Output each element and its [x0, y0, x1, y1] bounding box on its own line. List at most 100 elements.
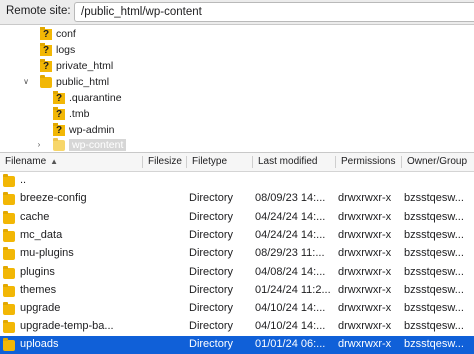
column-filename-label: Filename	[5, 156, 47, 167]
filename-cell: plugins	[20, 265, 55, 278]
modified-cell: 04/24/24 14:...	[255, 210, 326, 223]
permissions-cell: drwxrwxr-x	[338, 247, 392, 260]
column-divider[interactable]	[401, 156, 402, 168]
unknown-folder-icon: ?	[53, 122, 65, 136]
column-divider[interactable]	[252, 156, 253, 168]
filetype-cell: Directory	[189, 283, 234, 296]
filename-cell: ..	[20, 174, 27, 186]
filename-cell: mc_data	[20, 228, 63, 241]
column-divider[interactable]	[186, 156, 187, 168]
modified-cell: 04/10/24 14:...	[255, 302, 326, 315]
file-list: Filename ▲ Filesize Filetype Last modifie…	[0, 152, 474, 354]
permissions-cell: drwxrwxr-x	[338, 192, 392, 205]
column-permissions[interactable]: Permissions	[341, 156, 395, 167]
column-filetype[interactable]: Filetype	[192, 156, 227, 167]
folder-icon	[3, 302, 15, 316]
folder-icon	[3, 247, 15, 261]
folder-icon	[3, 265, 15, 279]
tree-item-conf[interactable]: ? conf	[40, 26, 76, 42]
column-filesize[interactable]: Filesize	[148, 156, 182, 167]
remote-path-input[interactable]	[74, 2, 474, 22]
table-row[interactable]: themes Directory 01/24/24 11:2... drwxrw…	[0, 282, 474, 300]
chevron-right-icon[interactable]: ›	[34, 140, 44, 150]
modified-cell: 08/29/23 11:...	[255, 247, 325, 260]
tree-item-label: logs	[56, 44, 76, 56]
chevron-down-icon[interactable]: ∨	[21, 77, 31, 87]
column-divider[interactable]	[335, 156, 336, 168]
tree-item-private-html[interactable]: ? private_html	[40, 58, 113, 74]
directory-tree: ? conf ? logs ? private_html ∨ public_ht…	[0, 25, 474, 152]
table-row[interactable]: ..	[0, 172, 474, 190]
table-row[interactable]: upgrade Directory 04/10/24 14:... drwxrw…	[0, 300, 474, 318]
unknown-folder-icon: ?	[40, 26, 52, 40]
tree-item-label: private_html	[56, 60, 114, 72]
table-row[interactable]: upgrade-temp-ba... Directory 04/10/24 14…	[0, 318, 474, 336]
filetype-cell: Directory	[189, 192, 234, 205]
sort-ascending-icon: ▲	[50, 157, 59, 166]
folder-icon	[3, 192, 15, 206]
unknown-folder-icon: ?	[40, 58, 52, 72]
unknown-folder-icon: ?	[53, 90, 65, 104]
column-last-modified[interactable]: Last modified	[258, 156, 317, 167]
folder-icon	[53, 137, 65, 151]
folder-icon	[40, 74, 52, 88]
permissions-cell: drwxrwxr-x	[338, 337, 392, 350]
table-row[interactable]: mu-plugins Directory 08/29/23 11:... drw…	[0, 245, 474, 263]
column-divider[interactable]	[142, 156, 143, 168]
owner-cell: bzsstqesw...	[404, 210, 464, 223]
owner-cell: bzsstqesw...	[404, 228, 464, 241]
filetype-cell: Directory	[189, 320, 234, 333]
filename-cell: cache	[20, 210, 50, 223]
table-row[interactable]: cache Directory 04/24/24 14:... drwxrwxr…	[0, 209, 474, 227]
tree-item-logs[interactable]: ? logs	[40, 42, 75, 58]
filetype-cell: Directory	[189, 302, 234, 315]
unknown-folder-icon: ?	[40, 42, 52, 56]
filetype-cell: Directory	[189, 265, 234, 278]
filetype-cell: Directory	[189, 210, 234, 223]
folder-icon	[3, 210, 15, 224]
filetype-cell: Directory	[189, 247, 234, 260]
table-row[interactable]: breeze-config Directory 08/09/23 14:... …	[0, 190, 474, 208]
tree-item-wp-admin[interactable]: ? wp-admin	[53, 122, 115, 138]
owner-cell: bzsstqesw...	[404, 283, 464, 296]
column-owner-group[interactable]: Owner/Group	[407, 156, 467, 167]
permissions-cell: drwxrwxr-x	[338, 320, 392, 333]
modified-cell: 01/24/24 11:2...	[255, 283, 331, 296]
owner-cell: bzsstqesw...	[404, 337, 464, 350]
modified-cell: 01/01/24 06:...	[255, 337, 326, 350]
tree-item-quarantine[interactable]: ? .quarantine	[53, 90, 122, 106]
tree-item-label: .tmb	[69, 108, 90, 120]
modified-cell: 04/24/24 14:...	[255, 228, 326, 241]
owner-cell: bzsstqesw...	[404, 247, 464, 260]
unknown-folder-icon: ?	[53, 106, 65, 120]
tree-item-public-html[interactable]: public_html	[40, 74, 109, 90]
file-list-header: Filename ▲ Filesize Filetype Last modifie…	[0, 153, 474, 172]
remote-site-bar: Remote site:	[0, 0, 474, 25]
permissions-cell: drwxrwxr-x	[338, 302, 392, 315]
owner-cell: bzsstqesw...	[404, 320, 464, 333]
remote-site-label: Remote site:	[6, 5, 71, 17]
column-filename[interactable]: Filename ▲	[5, 156, 58, 167]
tree-item-tmb[interactable]: ? .tmb	[53, 106, 89, 122]
modified-cell: 08/09/23 14:...	[255, 192, 326, 205]
tree-item-label: conf	[56, 28, 76, 40]
filename-cell: upgrade-temp-ba...	[20, 320, 114, 333]
table-row[interactable]: plugins Directory 04/08/24 14:... drwxrw…	[0, 264, 474, 282]
folder-icon	[3, 174, 15, 187]
filename-cell: breeze-config	[20, 192, 87, 205]
table-row-selected[interactable]: uploads Directory 01/01/24 06:... drwxrw…	[0, 335, 474, 354]
modified-cell: 04/10/24 14:...	[255, 320, 326, 333]
permissions-cell: drwxrwxr-x	[338, 228, 392, 241]
folder-icon	[3, 320, 15, 334]
permissions-cell: drwxrwxr-x	[338, 265, 392, 278]
filename-cell: themes	[20, 283, 57, 296]
modified-cell: 04/08/24 14:...	[255, 265, 326, 278]
tree-item-label: .quarantine	[69, 92, 122, 104]
tree-item-wp-content[interactable]: wp-content	[53, 137, 127, 153]
tree-item-label: wp-content	[69, 139, 127, 151]
folder-icon	[3, 283, 15, 297]
owner-cell: bzsstqesw...	[404, 192, 464, 205]
table-row[interactable]: mc_data Directory 04/24/24 14:... drwxrw…	[0, 227, 474, 245]
permissions-cell: drwxrwxr-x	[338, 283, 392, 296]
owner-cell: bzsstqesw...	[404, 265, 464, 278]
